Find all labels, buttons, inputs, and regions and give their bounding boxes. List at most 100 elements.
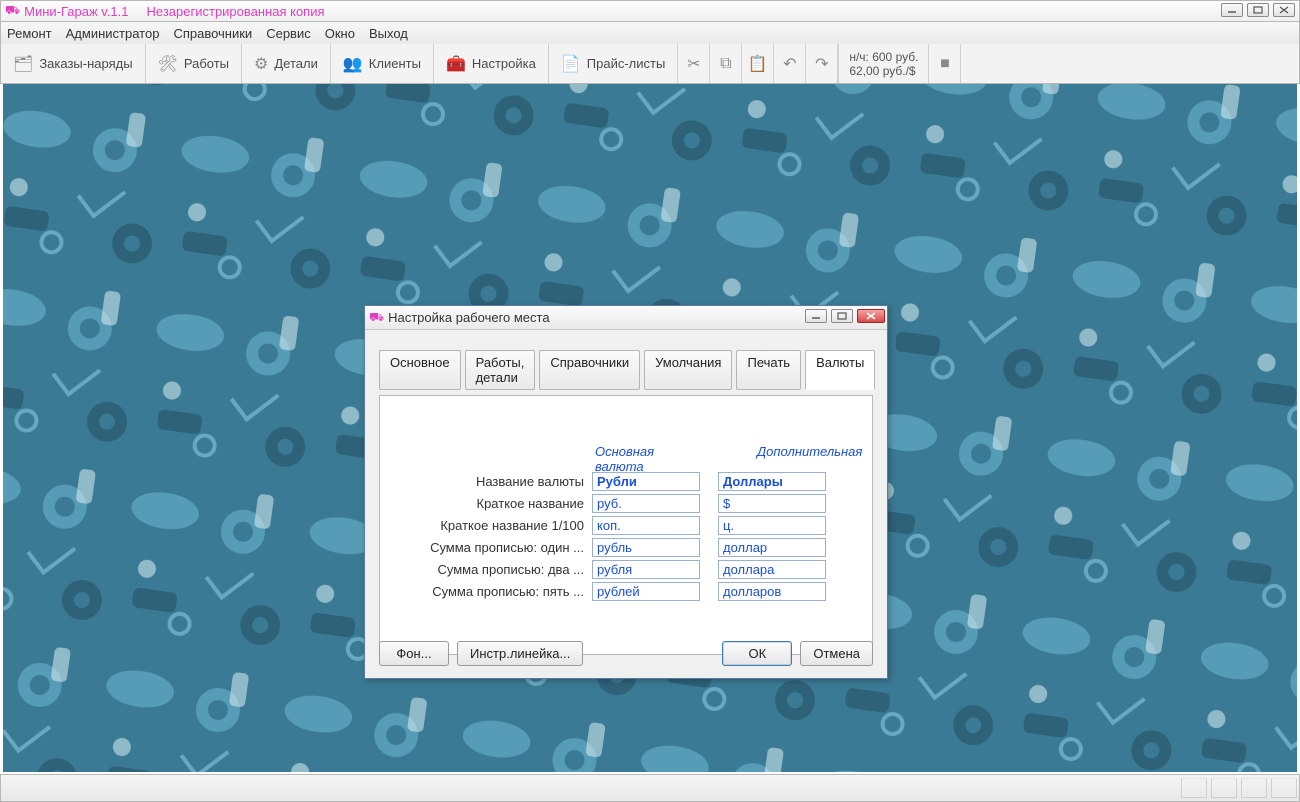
workspace: ⛟ Настройка рабочего места Основное Рабо…: [3, 84, 1297, 772]
background-button[interactable]: Фон...: [379, 641, 449, 666]
tb-clients[interactable]: 👥 Клиенты: [331, 44, 434, 83]
close-button[interactable]: [1273, 3, 1295, 17]
dialog-close-button[interactable]: [857, 309, 885, 323]
tb-clients-label: Клиенты: [369, 56, 421, 71]
dialog-minimize-button[interactable]: [805, 309, 827, 323]
tb-jobs[interactable]: 🛠 Работы: [146, 44, 242, 83]
tb-settings-label: Настройка: [472, 56, 536, 71]
undo-icon: ↶: [783, 54, 796, 74]
currency-row: Краткое название 1/100: [392, 514, 860, 536]
tb-paste[interactable]: 📋: [742, 44, 774, 83]
row-label: Краткое название 1/100: [392, 518, 592, 533]
tb-undo[interactable]: ↶: [774, 44, 806, 83]
dialog-tabs: Основное Работы, детали Справочники Умол…: [379, 350, 873, 390]
main-currency-input[interactable]: [592, 538, 700, 557]
app-title: Мини-Гараж v.1.1: [24, 4, 128, 19]
app-subtitle: Незарегистрированная копия: [147, 4, 325, 19]
extra-currency-input[interactable]: [718, 494, 826, 513]
menu-admin[interactable]: Администратор: [66, 26, 160, 41]
settings-dialog: ⛟ Настройка рабочего места Основное Рабо…: [364, 305, 888, 679]
currency-row: Сумма прописью: пять ...: [392, 580, 860, 602]
paste-icon: 📋: [748, 54, 768, 74]
tb-cut[interactable]: ✂: [678, 44, 710, 83]
menubar: Ремонт Администратор Справочники Сервис …: [0, 22, 1300, 44]
tb-orders[interactable]: 🗂 Заказы-наряды: [1, 44, 146, 83]
dialog-body: Основное Работы, детали Справочники Умол…: [365, 330, 887, 678]
minimize-button[interactable]: [1221, 3, 1243, 17]
extra-currency-input[interactable]: [718, 516, 826, 535]
main-currency-input[interactable]: [592, 516, 700, 535]
tb-redo[interactable]: ↷: [806, 44, 838, 83]
tab-panel-currencies: Основная валюта Дополнительная Название …: [379, 395, 873, 655]
row-label: Сумма прописью: два ...: [392, 562, 592, 577]
main-titlebar: ⛟ Мини-Гараж v.1.1 Незарегистрированная …: [0, 0, 1300, 22]
tab-main[interactable]: Основное: [379, 350, 461, 390]
main-currency-input[interactable]: [592, 582, 700, 601]
dialog-footer: Фон... Инстр.линейка... ОК Отмена: [379, 641, 873, 666]
toolbar: 🗂Заказы-наряды 🛠Работы ⚙Детали 👥Клиенты …: [0, 44, 1300, 84]
people-icon: 👥: [343, 54, 363, 74]
tb-settings[interactable]: 🧰 Настройка: [434, 44, 549, 83]
redo-icon: ↷: [815, 54, 828, 74]
main-currency-input[interactable]: [592, 494, 700, 513]
tb-parts-label: Детали: [274, 56, 318, 71]
statusbar: [0, 774, 1300, 802]
dialog-maximize-button[interactable]: [831, 309, 853, 323]
dialog-title: Настройка рабочего места: [388, 310, 549, 325]
menu-service[interactable]: Сервис: [266, 26, 311, 41]
status-grip: [1181, 778, 1297, 798]
tab-defaults[interactable]: Умолчания: [644, 350, 732, 390]
maximize-button[interactable]: [1247, 3, 1269, 17]
gear-icon: ⚙: [254, 54, 268, 74]
col-extra-currency: Дополнительная: [757, 444, 865, 474]
book-icon: ■: [940, 55, 950, 73]
row-label: Сумма прописью: один ...: [392, 540, 592, 555]
ok-button[interactable]: ОК: [722, 641, 792, 666]
main-currency-input[interactable]: [592, 472, 700, 491]
main-window-controls: [1221, 3, 1295, 17]
copy-icon: ⧉: [720, 55, 731, 73]
currency-row: Краткое название: [392, 492, 860, 514]
row-label: Название валюты: [392, 474, 592, 489]
extra-currency-input[interactable]: [718, 472, 826, 491]
menu-ref[interactable]: Справочники: [173, 26, 252, 41]
tb-parts[interactable]: ⚙ Детали: [242, 44, 331, 83]
folder-icon: 🗂: [13, 54, 33, 74]
dialog-titlebar: ⛟ Настройка рабочего места: [365, 306, 887, 330]
extra-currency-input[interactable]: [718, 538, 826, 557]
tb-copy[interactable]: ⧉: [710, 44, 742, 83]
rate-line1: н/ч: 600 руб.: [849, 50, 918, 64]
main-currency-input[interactable]: [592, 560, 700, 579]
scissors-icon: ✂: [687, 54, 700, 74]
col-main-currency: Основная валюта: [595, 444, 703, 474]
list-icon: 📄: [561, 54, 581, 74]
tools-icon: 🧰: [446, 54, 466, 74]
tab-jobs-parts[interactable]: Работы, детали: [465, 350, 536, 390]
column-headers: Основная валюта Дополнительная: [595, 444, 865, 474]
wrench-icon: 🛠: [158, 54, 178, 74]
tb-orders-label: Заказы-наряды: [39, 56, 132, 71]
menu-window[interactable]: Окно: [325, 26, 355, 41]
tb-pricelists-label: Прайс-листы: [587, 56, 666, 71]
tab-currencies[interactable]: Валюты: [805, 350, 875, 390]
menu-repair[interactable]: Ремонт: [7, 26, 52, 41]
tb-extra[interactable]: ■: [929, 44, 961, 83]
app-icon: ⛟: [5, 3, 20, 19]
dialog-app-icon: ⛟: [369, 310, 384, 326]
row-label: Сумма прописью: пять ...: [392, 584, 592, 599]
row-label: Краткое название: [392, 496, 592, 511]
rate-box: н/ч: 600 руб. 62,00 руб./$: [838, 44, 929, 83]
ruler-button[interactable]: Инстр.линейка...: [457, 641, 583, 666]
dialog-window-controls: [805, 309, 885, 323]
tab-ref[interactable]: Справочники: [539, 350, 640, 390]
currency-row: Сумма прописью: два ...: [392, 558, 860, 580]
tb-pricelists[interactable]: 📄 Прайс-листы: [549, 44, 678, 83]
tab-print[interactable]: Печать: [736, 350, 801, 390]
menu-exit[interactable]: Выход: [369, 26, 408, 41]
cancel-button[interactable]: Отмена: [800, 641, 873, 666]
currency-row: Сумма прописью: один ...: [392, 536, 860, 558]
rate-line2: 62,00 руб./$: [849, 64, 918, 78]
extra-currency-input[interactable]: [718, 560, 826, 579]
extra-currency-input[interactable]: [718, 582, 826, 601]
tb-jobs-label: Работы: [184, 56, 229, 71]
